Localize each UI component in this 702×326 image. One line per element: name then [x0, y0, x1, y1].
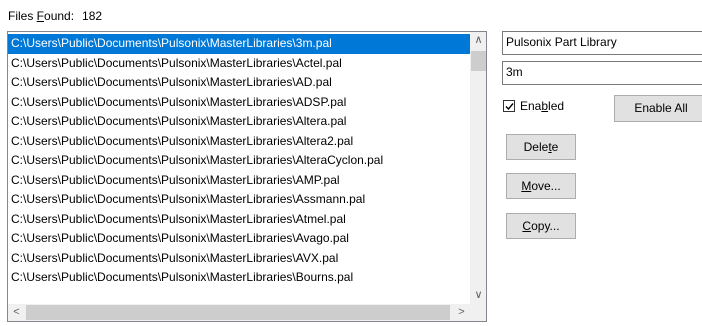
enabled-label-suffix: led	[548, 99, 565, 113]
enable-all-button[interactable]: Enable All	[614, 95, 702, 122]
copy-label-accel: C	[522, 219, 532, 233]
file-list-item[interactable]: C:\Users\Public\Documents\Pulsonix\Maste…	[8, 151, 470, 171]
library-name-field[interactable]: Pulsonix Part Library	[502, 31, 702, 55]
files-found-prefix: Files	[8, 9, 37, 23]
scroll-down-arrow-icon[interactable]: ∨	[470, 287, 486, 304]
library-manager-panel: Files Found: 182 C:\Users\Public\Document…	[0, 0, 702, 326]
file-list-item[interactable]: C:\Users\Public\Documents\Pulsonix\Maste…	[8, 73, 470, 93]
copy-label-suffix: opy...	[531, 219, 560, 233]
scrollbar-corner	[470, 304, 486, 321]
enabled-checkbox-row[interactable]: Enabled	[503, 97, 564, 115]
files-found-count: 182	[82, 9, 103, 23]
copy-button[interactable]: Copy...	[506, 213, 576, 239]
file-list-item[interactable]: C:\Users\Public\Documents\Pulsonix\Maste…	[8, 268, 470, 288]
horizontal-scroll-thumb[interactable]	[26, 305, 450, 320]
vertical-scroll-thumb[interactable]	[471, 51, 486, 71]
file-list-item[interactable]: C:\Users\Public\Documents\Pulsonix\Maste…	[8, 112, 470, 132]
files-found-accel: F	[36, 9, 45, 23]
horizontal-scrollbar[interactable]: < >	[8, 304, 470, 321]
files-found-suffix: ound:	[44, 9, 75, 23]
delete-button[interactable]: Delete	[506, 134, 576, 160]
file-list-item[interactable]: C:\Users\Public\Documents\Pulsonix\Maste…	[8, 210, 470, 230]
enabled-checkbox-label[interactable]: Enabled	[520, 99, 564, 113]
files-found-label: Files Found: 182	[8, 8, 102, 24]
file-listbox[interactable]: C:\Users\Public\Documents\Pulsonix\Maste…	[7, 31, 487, 322]
move-button[interactable]: Move...	[506, 173, 576, 199]
scroll-left-arrow-icon[interactable]: <	[8, 304, 25, 321]
move-label-suffix: ove...	[531, 179, 561, 193]
checkmark-icon	[505, 103, 514, 111]
file-list-item[interactable]: C:\Users\Public\Documents\Pulsonix\Maste…	[8, 171, 470, 191]
file-list-item[interactable]: C:\Users\Public\Documents\Pulsonix\Maste…	[8, 249, 470, 269]
file-list-item[interactable]: C:\Users\Public\Documents\Pulsonix\Maste…	[8, 229, 470, 249]
scroll-up-arrow-icon[interactable]: ∧	[470, 32, 486, 49]
file-list-item[interactable]: C:\Users\Public\Documents\Pulsonix\Maste…	[8, 132, 470, 152]
file-list-item[interactable]: C:\Users\Public\Documents\Pulsonix\Maste…	[8, 54, 470, 74]
enabled-checkbox[interactable]	[503, 100, 515, 112]
delete-label-suffix: e	[551, 140, 559, 154]
vertical-scrollbar[interactable]: ∧ ∨	[470, 32, 486, 304]
file-list-item[interactable]: C:\Users\Public\Documents\Pulsonix\Maste…	[8, 34, 470, 54]
delete-label-prefix: Dele	[523, 140, 549, 154]
move-label-accel: M	[521, 179, 532, 193]
file-list-item[interactable]: C:\Users\Public\Documents\Pulsonix\Maste…	[8, 190, 470, 210]
library-short-name-field[interactable]: 3m	[502, 61, 702, 85]
file-list-item[interactable]: C:\Users\Public\Documents\Pulsonix\Maste…	[8, 93, 470, 113]
enabled-label-prefix: Ena	[520, 99, 542, 113]
scroll-right-arrow-icon[interactable]: >	[453, 304, 470, 321]
file-list-items[interactable]: C:\Users\Public\Documents\Pulsonix\Maste…	[8, 34, 470, 303]
files-found-text: Files Found:	[8, 9, 74, 23]
